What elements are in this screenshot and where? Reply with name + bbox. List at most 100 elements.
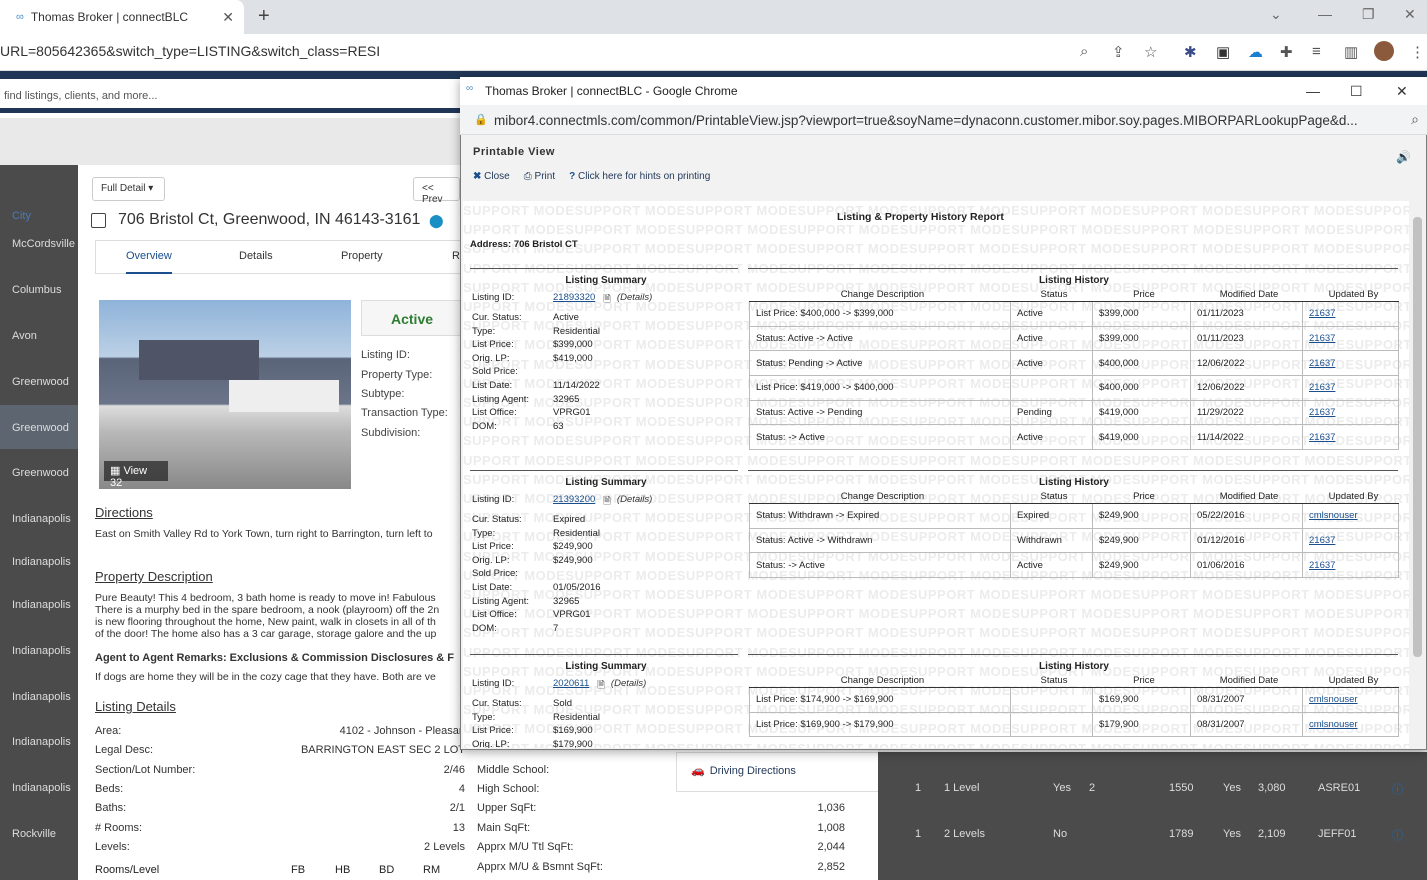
tab-search-icon[interactable]: ⌄	[1270, 6, 1282, 23]
popup-address-bar[interactable]: 🔒 mibor4.connectmls.com/common/Printable…	[460, 105, 1427, 135]
tab-more[interactable]: R	[452, 250, 460, 262]
tab-details[interactable]: Details	[239, 250, 273, 262]
history-cell[interactable]: cmlsnouser	[1303, 713, 1398, 737]
info-icon[interactable]: ⓘ	[1392, 827, 1403, 843]
history-column-header: Status	[1040, 675, 1068, 686]
result-city[interactable]: Indianapolis	[12, 782, 71, 794]
history-cell[interactable]: cmlsnouser	[1303, 688, 1398, 712]
global-search[interactable]: find listings, clients, and more...	[0, 79, 460, 113]
popup-url[interactable]: mibor4.connectmls.com/common/PrintableVi…	[494, 113, 1394, 128]
minimize-icon[interactable]: —	[1318, 6, 1332, 22]
history-heading: Listing History	[1038, 477, 1109, 488]
result-city[interactable]: Indianapolis	[12, 645, 71, 657]
updated-by-link[interactable]: 21637	[1309, 535, 1335, 546]
updated-by-link[interactable]: cmlsnouser	[1309, 719, 1358, 730]
cloud-extension-icon[interactable]: ☁	[1248, 43, 1263, 61]
result-city[interactable]: Greenwood	[12, 422, 69, 434]
updated-by-link[interactable]: 21637	[1309, 358, 1335, 369]
result-city[interactable]: Indianapolis	[12, 599, 71, 611]
history-cell[interactable]: 21637	[1303, 302, 1398, 326]
print-button[interactable]: ⎙ Print	[524, 171, 555, 182]
zoom-icon[interactable]: ⌕	[1411, 111, 1419, 128]
extension-icon[interactable]: ✱	[1184, 43, 1197, 61]
result-city[interactable]: Indianapolis	[12, 691, 71, 703]
browser-tab[interactable]: ∞ Thomas Broker | connectBLC ✕	[0, 0, 244, 34]
side-panel-icon[interactable]: ▥	[1344, 43, 1358, 61]
history-cell[interactable]: 21637	[1303, 425, 1398, 449]
view-photos-button[interactable]: ▦ View 32	[104, 461, 168, 489]
updated-by-link[interactable]: 21637	[1309, 407, 1335, 418]
restore-icon[interactable]: ❐	[1362, 6, 1375, 23]
history-cell[interactable]: cmlsnouser	[1303, 504, 1398, 528]
print-hints-link[interactable]: ? Click here for hints on printing	[569, 171, 710, 182]
close-window-icon[interactable]: ✕	[1404, 6, 1416, 23]
details-link[interactable]: (Details)	[617, 494, 652, 514]
result-city[interactable]: Greenwood	[12, 376, 69, 388]
updated-by-link[interactable]: cmlsnouser	[1309, 694, 1358, 705]
map-pin-icon[interactable]: ⬤	[429, 213, 444, 229]
updated-by-link[interactable]: 21637	[1309, 333, 1335, 344]
history-cell[interactable]: 21637	[1303, 376, 1398, 400]
info-icon[interactable]: ⓘ	[1392, 781, 1403, 797]
result-city[interactable]: Indianapolis	[12, 736, 71, 748]
extensions-puzzle-icon[interactable]: ✚	[1280, 43, 1293, 61]
result-city[interactable]: Avon	[12, 330, 37, 342]
history-cell[interactable]: 21637	[1303, 351, 1398, 375]
close-tab-icon[interactable]: ✕	[222, 9, 234, 26]
url-text[interactable]: URL=805642365&switch_type=LISTING&switch…	[0, 43, 380, 59]
new-tab-icon[interactable]: +	[258, 5, 270, 28]
result-city[interactable]: Indianapolis	[12, 513, 71, 525]
prev-button[interactable]: << Prev	[413, 177, 460, 205]
tab-title: Thomas Broker | connectBLC	[30, 10, 189, 24]
updated-by-link[interactable]: cmlsnouser	[1309, 510, 1358, 521]
report-scrollbar[interactable]	[1410, 201, 1425, 748]
driving-directions-button[interactable]: 🚗 Driving Directions	[676, 752, 880, 792]
details-link[interactable]: (Details)	[617, 292, 652, 312]
menu-kebab-icon[interactable]: ⋮	[1410, 43, 1425, 61]
listing-id-link[interactable]: 2020611	[553, 678, 589, 698]
history-cell[interactable]: 21637	[1303, 401, 1398, 425]
updated-by-link[interactable]: 21637	[1309, 560, 1335, 571]
result-city[interactable]: Indianapolis	[12, 556, 71, 568]
bookmark-star-icon[interactable]: ☆	[1144, 43, 1157, 61]
details-link[interactable]: (Details)	[611, 678, 646, 698]
tab-overview[interactable]: Overview	[126, 250, 172, 274]
history-value: 01/11/2023	[1197, 308, 1244, 320]
history-value: Pending	[1017, 407, 1052, 419]
lock-icon: 🔒	[474, 114, 488, 126]
speaker-icon[interactable]: 🔊	[1396, 150, 1411, 164]
updated-by-link[interactable]: 21637	[1309, 382, 1335, 393]
result-city[interactable]: Rockville	[12, 828, 56, 840]
result-city[interactable]: McCordsville	[12, 238, 75, 250]
reading-list-icon[interactable]: ≡	[1312, 43, 1321, 60]
result-city[interactable]: Columbus	[12, 284, 62, 296]
full-detail-dropdown[interactable]: Full Detail ▾	[92, 177, 165, 201]
close-button[interactable]: ✖ Close	[473, 171, 510, 182]
updated-by-link[interactable]: 21637	[1309, 308, 1335, 319]
history-cell[interactable]: 21637	[1303, 529, 1398, 553]
summary-row: Cur. Status: Expired	[472, 514, 740, 528]
history-cell[interactable]: 21637	[1303, 553, 1398, 577]
listing-id-link[interactable]: 21393200	[553, 494, 595, 514]
city-column-header[interactable]: City	[12, 210, 31, 222]
history-cell: Status: Active -> Pending	[750, 400, 1011, 425]
updated-by-link[interactable]: 21637	[1309, 432, 1335, 443]
history-value: Expired	[1017, 510, 1050, 522]
summary-value: Residential	[553, 527, 600, 539]
history-cell	[1011, 688, 1093, 712]
popup-close-icon[interactable]: ✕	[1396, 83, 1408, 100]
select-listing-checkbox[interactable]	[91, 213, 106, 228]
history-cell[interactable]: 21637	[1303, 327, 1398, 351]
share-icon[interactable]: ⇪	[1112, 43, 1125, 61]
zoom-icon[interactable]: ⌕	[1080, 43, 1088, 60]
connectblc-favicon-icon: ∞	[16, 11, 24, 23]
summary-value: 11/14/2022	[553, 379, 600, 391]
tab-property[interactable]: Property	[341, 250, 383, 262]
listing-id-link[interactable]: 21893320	[553, 292, 595, 312]
profile-avatar[interactable]	[1374, 41, 1394, 61]
result-city[interactable]: Greenwood	[12, 467, 69, 479]
extension-2-icon[interactable]: ▣	[1216, 43, 1230, 61]
summary-label: Cur. Status:	[472, 698, 522, 709]
popup-minimize-icon[interactable]: —	[1306, 83, 1320, 99]
popup-maximize-icon[interactable]: ☐	[1350, 83, 1363, 100]
